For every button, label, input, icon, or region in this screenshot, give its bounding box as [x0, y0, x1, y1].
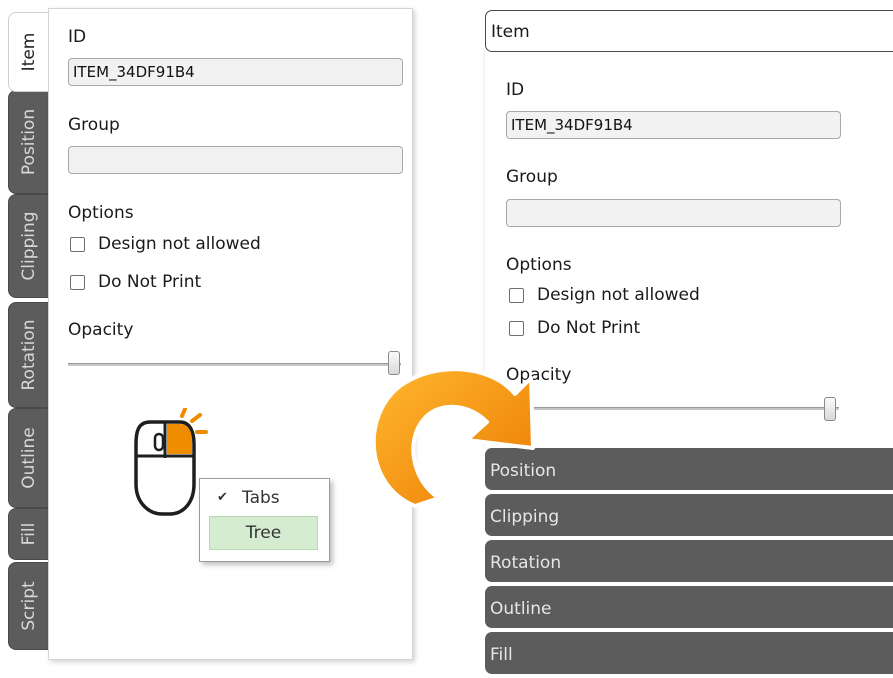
tree-design-not-allowed-label: Design not allowed — [537, 285, 700, 305]
tab-script-label: Script — [18, 581, 39, 631]
tab-clipping[interactable]: Clipping — [8, 194, 48, 298]
checkmark-icon: ✔ — [217, 490, 228, 505]
group-label: Group — [68, 115, 120, 135]
tab-fill-label: Fill — [18, 522, 39, 546]
do-not-print-label: Do Not Print — [98, 272, 202, 292]
tree-id-label: ID — [506, 80, 525, 100]
opacity-label: Opacity — [68, 320, 134, 340]
tree-do-not-print-label: Do Not Print — [537, 318, 641, 338]
tree-options-label: Options — [506, 255, 572, 275]
tree-design-not-allowed-checkbox[interactable] — [509, 288, 524, 303]
item-properties-content: ID ITEM_34DF91B4 Group Options Design no… — [48, 8, 413, 660]
tree-section-outline[interactable]: Outline — [485, 586, 893, 628]
tree-section-fill[interactable]: Fill — [485, 632, 893, 674]
tree-opacity-slider-thumb[interactable] — [824, 397, 836, 421]
tree-group-field[interactable] — [506, 199, 841, 227]
tree-id-field[interactable]: ITEM_34DF91B4 — [506, 111, 841, 139]
tab-clipping-label: Clipping — [18, 211, 39, 281]
tab-rotation-label: Rotation — [18, 319, 39, 391]
tab-position[interactable]: Position — [8, 90, 48, 194]
tab-script[interactable]: Script — [8, 562, 48, 650]
design-not-allowed-checkbox[interactable] — [70, 237, 85, 252]
tab-rotation[interactable]: Rotation — [8, 302, 48, 408]
id-label: ID — [68, 27, 87, 47]
tab-fill[interactable]: Fill — [8, 508, 48, 560]
tab-position-label: Position — [18, 108, 39, 176]
tab-item[interactable]: Item — [8, 12, 48, 92]
design-not-allowed-label: Design not allowed — [98, 234, 261, 254]
id-field[interactable]: ITEM_34DF91B4 — [68, 58, 403, 86]
tab-outline-label: Outline — [18, 427, 39, 489]
tree-opacity-slider-track[interactable] — [506, 407, 839, 410]
tree-section-item[interactable]: Item — [485, 10, 893, 52]
options-label: Options — [68, 203, 134, 223]
do-not-print-checkbox[interactable] — [70, 275, 85, 290]
curved-arrow-icon — [371, 367, 535, 508]
tab-outline[interactable]: Outline — [8, 408, 48, 508]
tree-group-label: Group — [506, 167, 558, 187]
view-mode-context-menu: ✔ Tabs Tree — [199, 478, 330, 562]
tabs-view-panel: Item Position Clipping Rotation Outline … — [8, 8, 413, 660]
tab-item-label: Item — [18, 32, 39, 72]
group-field[interactable] — [68, 146, 403, 174]
menu-item-tabs[interactable]: Tabs — [242, 487, 280, 509]
opacity-slider-track[interactable] — [68, 363, 401, 366]
tree-do-not-print-checkbox[interactable] — [509, 321, 524, 336]
menu-item-tree[interactable]: Tree — [209, 516, 318, 550]
tree-section-rotation[interactable]: Rotation — [485, 540, 893, 582]
